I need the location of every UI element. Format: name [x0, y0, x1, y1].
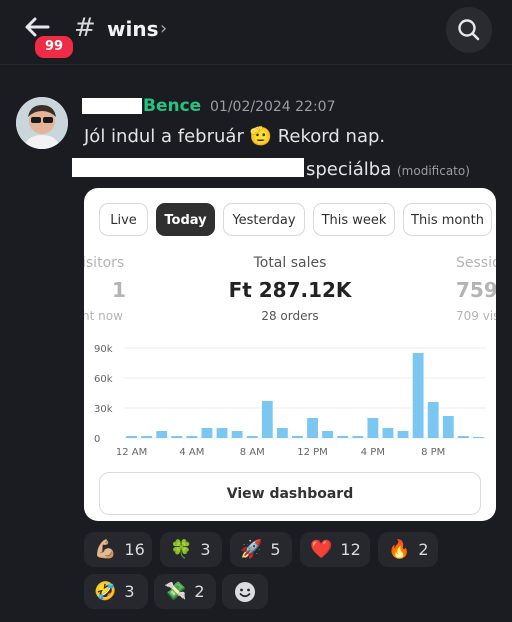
- rolling-laughing-icon: 🤣: [94, 581, 117, 602]
- redacted-text: [72, 158, 304, 177]
- chart-bar[interactable]: [186, 436, 198, 438]
- tab-today[interactable]: Today: [156, 203, 215, 236]
- x-tick-label: 4 PM: [361, 447, 385, 458]
- chart-bar[interactable]: [141, 436, 153, 438]
- tab-this-week[interactable]: This week: [313, 203, 395, 236]
- reaction-chip[interactable]: 🍀 3: [160, 532, 222, 567]
- reaction-chip[interactable]: 🤣 3: [84, 574, 148, 609]
- tab-live[interactable]: Live: [99, 203, 148, 236]
- metric-sessions-sub: 709 vis: [456, 309, 496, 323]
- x-tick-label: 8 PM: [421, 447, 445, 458]
- chart-bar[interactable]: [261, 401, 273, 438]
- chart-bar[interactable]: [367, 418, 379, 438]
- chart-bar[interactable]: [231, 431, 243, 438]
- y-tick-label: 60k: [94, 374, 113, 385]
- channel-hash-icon: #: [74, 13, 96, 43]
- message-text-2: Rekord nap.: [277, 126, 386, 147]
- reaction-count: 3: [200, 540, 211, 559]
- reaction-count: 2: [418, 540, 429, 559]
- sales-embed-card: Live Today Yesterday This week This mont…: [84, 188, 496, 521]
- tab-this-month[interactable]: This month: [403, 203, 492, 236]
- chart-bar[interactable]: [382, 428, 394, 438]
- reaction-count: 2: [194, 582, 205, 601]
- message-line-2: speciálba (modificato): [306, 159, 470, 180]
- chart-bar[interactable]: [126, 436, 137, 438]
- metric-sessions-value: 759: [456, 278, 496, 302]
- y-tick-label: 90k: [94, 344, 113, 355]
- message-text: Jól indul a február: [84, 126, 244, 147]
- saluting-face-icon: 🫡: [249, 126, 272, 147]
- view-dashboard-button[interactable]: View dashboard: [99, 472, 481, 515]
- unread-badge: 99: [33, 34, 75, 60]
- message-line-1: Jól indul a február 🫡 Rekord nap.: [84, 126, 385, 147]
- chart-bar[interactable]: [473, 437, 484, 438]
- search-button[interactable]: [446, 7, 492, 53]
- channel-header: 99 # wins ›: [0, 0, 512, 65]
- chart-bar[interactable]: [171, 436, 183, 438]
- tab-yesterday[interactable]: Yesterday: [223, 203, 305, 236]
- channel-name[interactable]: wins: [107, 17, 158, 41]
- reaction-count: 12: [340, 540, 361, 559]
- chart-bar[interactable]: [397, 431, 409, 438]
- reaction-count: 16: [124, 540, 145, 559]
- hourly-sales-chart: 90k 60k 30k 0 12 AM 4 AM 8 AM 12 PM 4 PM 8 PM: [94, 344, 486, 458]
- chart-bar[interactable]: [412, 353, 424, 438]
- avatar[interactable]: [16, 97, 68, 149]
- flexed-biceps-icon: 💪🏼: [94, 539, 117, 560]
- x-tick-label: 4 AM: [179, 447, 204, 458]
- avatar-photo: [16, 97, 68, 149]
- chart-bar[interactable]: [457, 436, 469, 438]
- fire-icon: 🔥: [388, 539, 411, 560]
- reaction-chip[interactable]: 💪🏼 16: [84, 532, 152, 567]
- chart-bar[interactable]: [276, 428, 288, 438]
- x-tick-label: 12 AM: [116, 447, 147, 458]
- chevron-right-icon[interactable]: ›: [160, 18, 167, 39]
- chart-bar[interactable]: [292, 436, 303, 438]
- money-wings-icon: 💸: [164, 581, 187, 602]
- chart-bar[interactable]: [352, 436, 364, 438]
- y-tick-label: 0: [94, 434, 100, 445]
- message-text-3: speciálba: [306, 159, 392, 180]
- add-reaction-button[interactable]: [222, 574, 268, 609]
- redacted-name: [82, 98, 142, 114]
- search-icon: [458, 19, 480, 41]
- reaction-chip[interactable]: ❤️ 12: [300, 532, 370, 567]
- message-author[interactable]: Bence: [143, 96, 201, 116]
- metric-sales-sub: 28 orders: [261, 309, 319, 323]
- metric-sessions-label: Sessio: [456, 255, 496, 271]
- chart-bar[interactable]: [322, 431, 334, 438]
- reaction-chip[interactable]: 🚀 5: [230, 532, 292, 567]
- reaction-chip[interactable]: 💸 2: [154, 574, 216, 609]
- message-timestamp: 01/02/2024 22:07: [210, 99, 336, 115]
- y-tick-label: 30k: [94, 404, 113, 415]
- chart-bar[interactable]: [201, 428, 213, 438]
- chart-bar[interactable]: [246, 436, 258, 438]
- smiley-add-icon: [235, 581, 255, 602]
- x-tick-label: 12 PM: [297, 447, 328, 458]
- rocket-icon: 🚀: [240, 539, 263, 560]
- edited-label: (modificato): [397, 164, 470, 178]
- chart-bar[interactable]: [442, 416, 454, 438]
- reaction-chip[interactable]: 🔥 2: [378, 532, 438, 567]
- metric-sales-label: Total sales: [253, 255, 327, 271]
- chart-bar[interactable]: [156, 431, 168, 438]
- red-heart-icon: ❤️: [310, 539, 333, 560]
- reaction-count: 3: [124, 582, 135, 601]
- reaction-count: 5: [270, 540, 281, 559]
- metric-sales-value: Ft 287.12K: [228, 278, 352, 302]
- chart-bar[interactable]: [427, 402, 439, 438]
- x-tick-label: 8 AM: [240, 447, 265, 458]
- four-leaf-clover-icon: 🍀: [170, 539, 193, 560]
- chart-bar[interactable]: [337, 436, 349, 438]
- chart-bar[interactable]: [307, 418, 318, 438]
- chart-bar[interactable]: [216, 428, 228, 438]
